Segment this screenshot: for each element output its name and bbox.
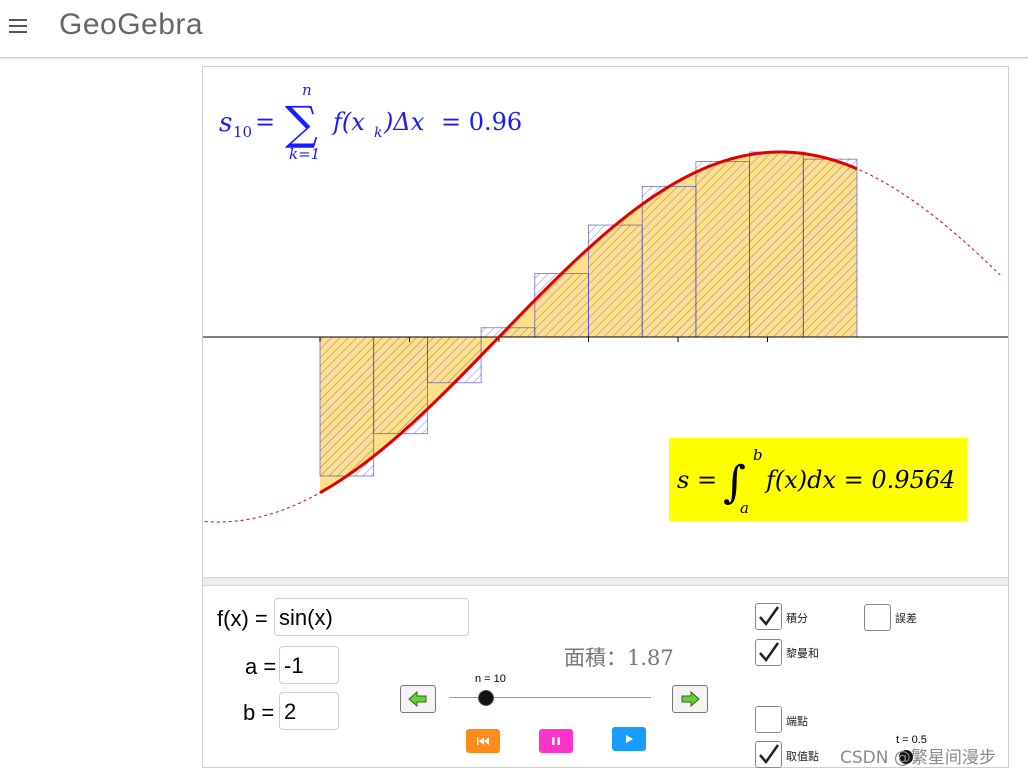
right-arrow-icon [681, 690, 700, 708]
riemann-rectangle [695, 161, 750, 338]
checkbox-endpoint[interactable] [755, 706, 782, 733]
checkbox-integral[interactable] [755, 603, 782, 630]
sum-body-tail: )Δx [383, 108, 425, 136]
riemann-rectangle [319, 336, 375, 477]
slider-n-knob[interactable] [478, 690, 494, 706]
checkbox-error[interactable] [864, 604, 891, 631]
panel-divider[interactable] [203, 577, 1008, 586]
riemann-rectangles [319, 151, 858, 477]
geogebra-logo: GeoGebra [59, 8, 204, 41]
prev-step-button[interactable] [400, 685, 436, 713]
left-arrow-icon [408, 690, 427, 708]
area-text: 面積：1.87 [564, 646, 674, 670]
sum-symbol: s [219, 108, 232, 138]
slider-n-label: n = 10 [475, 673, 506, 685]
sum-upper-limit: n [302, 81, 312, 99]
checkmark-icon [759, 606, 780, 627]
riemann-rectangle [641, 186, 697, 338]
checkbox-endpoint-label: 端點 [786, 715, 808, 728]
riemann-sum-formula: s 10 = ∑ n k=1 f(x k )Δx = 0.96 [219, 81, 522, 163]
integral-lhs: s = [677, 466, 717, 494]
sum-body-subscript: k [374, 125, 382, 141]
sum-body: f(x [331, 108, 365, 136]
b-input-label: b = [243, 700, 275, 725]
checkbox-error-label: 誤差 [895, 612, 917, 625]
hamburger-menu-icon[interactable] [8, 15, 30, 37]
pause-button[interactable] [539, 729, 573, 753]
b-input-field[interactable]: 2 [279, 692, 339, 730]
skip-back-icon [477, 737, 489, 745]
sum-subscript: 10 [233, 123, 252, 141]
sum-equals: = [255, 108, 275, 136]
checkmark-icon [759, 744, 780, 765]
sigma-icon: ∑ [285, 96, 318, 150]
riemann-rectangle [534, 273, 589, 338]
watermark-text: CSDN @繁星间漫步 [840, 748, 996, 768]
f-input-label: f(x) = [217, 606, 268, 631]
checkbox-riemann-sum[interactable] [755, 639, 782, 666]
sum-lower-limit: k=1 [289, 145, 320, 163]
checkbox-sample-point[interactable] [755, 741, 782, 768]
a-input-label: a = [245, 654, 277, 679]
sum-value: = 0.96 [441, 108, 522, 136]
reset-button[interactable] [466, 729, 500, 753]
a-input-field[interactable]: -1 [279, 646, 339, 684]
checkbox-integral-label: 積分 [786, 612, 808, 625]
riemann-rectangle [749, 151, 804, 338]
riemann-rectangle [426, 336, 482, 384]
top-bar: GeoGebra [0, 0, 1028, 58]
integral-body: f(x)dx = 0.9564 [764, 466, 955, 494]
next-step-button[interactable] [672, 685, 708, 713]
checkbox-sample-point-label: 取值點 [786, 750, 819, 763]
play-icon [626, 735, 633, 743]
pause-icon [552, 737, 560, 745]
f-input-field[interactable]: sin(x) [274, 598, 469, 636]
riemann-rectangle [802, 158, 858, 338]
riemann-rectangle [373, 336, 428, 435]
checkmark-icon [759, 642, 780, 663]
integral-lower-limit: a [740, 499, 749, 517]
integral-upper-limit: b [753, 446, 763, 464]
checkbox-riemann-sum-label: 黎曼和 [786, 647, 819, 660]
play-button[interactable] [612, 727, 646, 751]
graphics-view[interactable]: s 10 = ∑ n k=1 f(x k )Δx = 0.96 s = ∫ b … [203, 67, 1008, 577]
